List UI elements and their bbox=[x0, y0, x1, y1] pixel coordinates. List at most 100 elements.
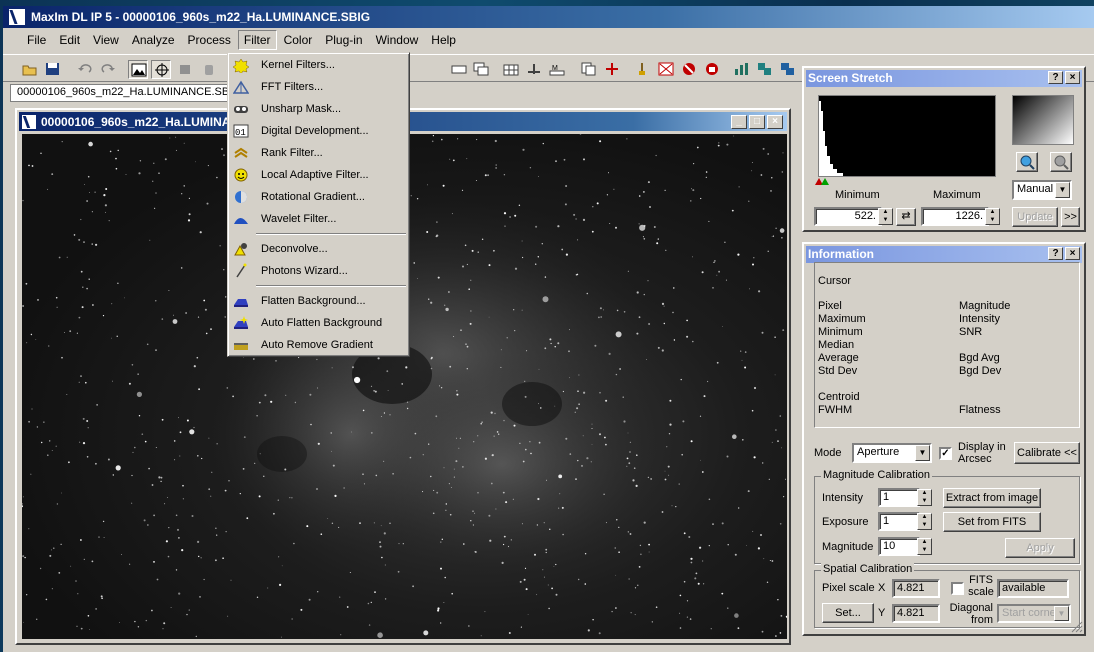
minimum-input[interactable]: 522. bbox=[814, 207, 882, 226]
menu-color[interactable]: Color bbox=[278, 30, 319, 50]
menu-item-local-adaptive-filter[interactable]: Local Adaptive Filter... bbox=[231, 164, 407, 186]
histogram[interactable] bbox=[818, 95, 996, 177]
filter-menu: Kernel Filters... FFT Filters... Unsharp… bbox=[227, 52, 410, 357]
fits-available-field: available bbox=[997, 579, 1069, 598]
help-button[interactable]: ? bbox=[1048, 247, 1063, 260]
menu-item-auto-remove-gradient[interactable]: Auto Remove Gradient bbox=[231, 334, 407, 356]
screen-stretch-tool-icon[interactable] bbox=[128, 60, 148, 79]
screen-stretch-titlebar[interactable]: Screen Stretch bbox=[806, 70, 1082, 87]
stretch-mode-select[interactable]: Manual ▼ bbox=[1012, 180, 1072, 200]
start-corner-select[interactable]: Start corner ▼ bbox=[997, 604, 1071, 623]
set-button[interactable]: Set... bbox=[822, 603, 874, 623]
menu-item-photons-wizard[interactable]: Photons Wizard... bbox=[231, 260, 407, 282]
hand-icon[interactable] bbox=[199, 60, 219, 79]
document-tab[interactable]: 00000106_960s_m22_Ha.LUMINANCE.SBIG bbox=[10, 84, 241, 102]
app-titlebar: MaxIm DL IP 5 - 00000106_960s_m22_Ha.LUM… bbox=[3, 6, 1094, 28]
menu-item-fft-filters[interactable]: FFT Filters... bbox=[231, 76, 407, 98]
menu-item-deconvolve[interactable]: Deconvolve... bbox=[231, 238, 407, 260]
menu-view[interactable]: View bbox=[87, 30, 125, 50]
menu-plugin[interactable]: Plug-in bbox=[319, 30, 368, 50]
fwhm-label: FWHM bbox=[818, 404, 853, 416]
redo-icon[interactable] bbox=[98, 60, 118, 79]
undo-icon[interactable] bbox=[75, 60, 95, 79]
menu-item-rank-filter[interactable]: Rank Filter... bbox=[231, 142, 407, 164]
brush-icon[interactable] bbox=[632, 60, 652, 79]
menu-help[interactable]: Help bbox=[425, 30, 462, 50]
add-icon[interactable] bbox=[602, 60, 622, 79]
menu-item-kernel-filters[interactable]: Kernel Filters... bbox=[231, 54, 407, 76]
magnitude-spinner[interactable]: ▲ ▼ bbox=[917, 538, 932, 555]
magnitude-label: Magnitude bbox=[959, 300, 1011, 312]
median-label: Median bbox=[818, 339, 855, 351]
pixel-scale-x[interactable]: 4.821 bbox=[892, 579, 940, 598]
chevron-down-icon: ▼ bbox=[1055, 182, 1070, 198]
minimum-label: Minimum bbox=[835, 189, 880, 201]
resize-grip-icon[interactable] bbox=[1071, 621, 1083, 633]
help-button[interactable]: ? bbox=[1048, 71, 1063, 84]
x-label: X bbox=[878, 582, 886, 594]
swap-button[interactable]: ⇄ bbox=[896, 208, 916, 226]
measure-icon[interactable]: M bbox=[547, 60, 567, 79]
close-button[interactable]: × bbox=[1065, 71, 1080, 84]
menu-file[interactable]: File bbox=[21, 30, 52, 50]
stack-icon[interactable] bbox=[778, 60, 798, 79]
rotational-gradient-icon bbox=[233, 189, 249, 205]
menu-item-auto-flatten-background[interactable]: Auto Flatten Background bbox=[231, 312, 407, 334]
menu-item-wavelet-filter[interactable]: Wavelet Filter... bbox=[231, 208, 407, 230]
close-button[interactable]: × bbox=[1065, 247, 1080, 260]
maximize-button[interactable]: □ bbox=[749, 115, 765, 129]
grid-icon[interactable] bbox=[501, 60, 521, 79]
swap-icon: ⇄ bbox=[901, 210, 911, 222]
remove-stars-icon[interactable] bbox=[679, 60, 699, 79]
more-button[interactable]: >> bbox=[1061, 207, 1080, 227]
maximum-input[interactable]: 1226. bbox=[921, 207, 989, 226]
pixel-scale-y[interactable]: 4.821 bbox=[892, 604, 940, 623]
display-arcsec-checkbox[interactable]: ✓ bbox=[939, 447, 952, 460]
align-icon[interactable] bbox=[755, 60, 775, 79]
minimize-button[interactable]: _ bbox=[731, 115, 747, 129]
stretch-preview bbox=[1012, 95, 1074, 145]
bgd-avg-label: Bgd Avg bbox=[959, 352, 1000, 364]
extract-from-image-button[interactable]: Extract from image bbox=[943, 488, 1041, 508]
maximum-spinner[interactable]: ▲ ▼ bbox=[985, 208, 1000, 225]
set-from-fits-button[interactable]: Set from FITS bbox=[943, 512, 1041, 532]
hot-pixel-icon[interactable] bbox=[656, 60, 676, 79]
menu-filter[interactable]: Filter bbox=[237, 30, 277, 50]
magnitude-input[interactable]: 10 bbox=[878, 537, 920, 556]
calibrate-button[interactable]: Calibrate << bbox=[1014, 442, 1080, 464]
stop-icon[interactable] bbox=[702, 60, 722, 79]
crop-icon[interactable] bbox=[524, 60, 544, 79]
menu-item-rotational-gradient[interactable]: Rotational Gradient... bbox=[231, 186, 407, 208]
menu-item-flatten-background[interactable]: Flatten Background... bbox=[231, 290, 407, 312]
menu-window[interactable]: Window bbox=[370, 30, 425, 50]
puzzle-icon[interactable] bbox=[175, 60, 195, 79]
menu-item-unsharp-mask[interactable]: Unsharp Mask... bbox=[231, 98, 407, 120]
intensity-spinner[interactable]: ▲ ▼ bbox=[917, 489, 932, 506]
exposure-input[interactable]: 1 bbox=[878, 512, 920, 531]
layers-icon[interactable] bbox=[471, 60, 491, 79]
fits-scale-checkbox[interactable] bbox=[951, 582, 964, 595]
stretch-markers-icon[interactable] bbox=[814, 176, 834, 186]
save-icon[interactable] bbox=[43, 60, 63, 79]
mode-select[interactable]: Aperture ▼ bbox=[852, 443, 932, 463]
update-button[interactable]: Update bbox=[1012, 207, 1058, 227]
image-bar-icon[interactable] bbox=[449, 60, 469, 79]
apply-button[interactable]: Apply bbox=[1005, 538, 1075, 558]
menu-analyze[interactable]: Analyze bbox=[126, 30, 181, 50]
information-tool-icon[interactable] bbox=[151, 60, 171, 79]
zoom-out-button[interactable] bbox=[1050, 152, 1072, 172]
magnitude-calibration-group: Magnitude Calibration Intensity 1 ▲ ▼ Ext… bbox=[814, 469, 1080, 564]
svg-text:01: 01 bbox=[235, 128, 246, 138]
copy-icon[interactable] bbox=[579, 60, 599, 79]
menu-item-digital-development[interactable]: 01 Digital Development... bbox=[231, 120, 407, 142]
zoom-in-button[interactable] bbox=[1016, 152, 1038, 172]
minimum-spinner[interactable]: ▲ ▼ bbox=[878, 208, 893, 225]
bar-chart-icon[interactable] bbox=[732, 60, 752, 79]
close-button[interactable]: × bbox=[767, 115, 783, 129]
intensity-input[interactable]: 1 bbox=[878, 488, 920, 507]
exposure-spinner[interactable]: ▲ ▼ bbox=[917, 513, 932, 530]
information-titlebar[interactable]: Information bbox=[806, 246, 1082, 263]
menu-edit[interactable]: Edit bbox=[53, 30, 86, 50]
menu-process[interactable]: Process bbox=[182, 30, 237, 50]
open-file-icon[interactable] bbox=[20, 60, 40, 79]
